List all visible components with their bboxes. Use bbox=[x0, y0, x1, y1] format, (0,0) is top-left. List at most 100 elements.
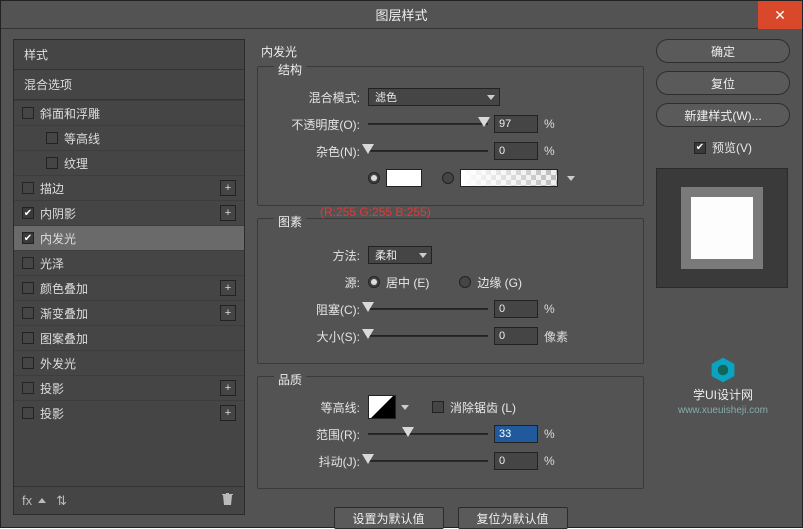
size-input[interactable]: 0 bbox=[494, 327, 538, 345]
noise-unit: % bbox=[544, 144, 570, 158]
sidebar-item-checkbox[interactable] bbox=[46, 132, 58, 144]
color-swatch[interactable] bbox=[386, 169, 422, 187]
quality-group: 品质 等高线: 消除锯齿 (L) 范围(R): 33 % bbox=[257, 376, 644, 489]
color-annotation: (R:255 G:255 B:255) bbox=[320, 205, 431, 219]
ok-button[interactable]: 确定 bbox=[656, 39, 790, 63]
sidebar-item-12[interactable]: 投影+ bbox=[14, 400, 244, 425]
source-center-radio[interactable] bbox=[368, 276, 380, 288]
close-icon: ✕ bbox=[774, 7, 786, 24]
contour-dropdown-icon[interactable] bbox=[398, 405, 412, 410]
size-slider[interactable] bbox=[368, 329, 488, 343]
size-row: 大小(S): 0 像素 bbox=[270, 324, 631, 348]
sidebar-item-checkbox[interactable] bbox=[22, 282, 34, 294]
structure-legend: 结构 bbox=[274, 61, 306, 71]
add-effect-icon[interactable]: + bbox=[220, 180, 236, 196]
range-input[interactable]: 33 bbox=[494, 425, 538, 443]
sidebar-item-checkbox[interactable] bbox=[22, 382, 34, 394]
quality-legend: 品质 bbox=[274, 371, 306, 381]
noise-slider[interactable] bbox=[368, 144, 488, 158]
preview-checkbox[interactable] bbox=[694, 142, 706, 154]
reorder-icon[interactable]: ⇅ bbox=[56, 493, 67, 509]
sidebar-item-checkbox[interactable] bbox=[22, 257, 34, 269]
sidebar-item-checkbox[interactable] bbox=[46, 157, 58, 169]
sidebar-item-9[interactable]: 图案叠加 bbox=[14, 325, 244, 350]
element-legend: 图素 bbox=[274, 213, 306, 223]
color-solid-radio[interactable] bbox=[368, 172, 380, 184]
preview-toggle[interactable]: 预览(V) bbox=[656, 139, 790, 156]
noise-input[interactable]: 0 bbox=[494, 142, 538, 160]
dialog-window: 图层样式 ✕ 样式 混合选项 斜面和浮雕等高线纹理描边+内阴影+内发光光泽颜色叠… bbox=[0, 0, 803, 528]
sidebar-item-10[interactable]: 外发光 bbox=[14, 350, 244, 375]
sidebar-item-checkbox[interactable] bbox=[22, 207, 34, 219]
add-effect-icon[interactable]: + bbox=[220, 380, 236, 396]
sidebar-item-1[interactable]: 等高线 bbox=[14, 125, 244, 150]
jitter-input[interactable]: 0 bbox=[494, 452, 538, 470]
trash-icon[interactable] bbox=[221, 492, 234, 509]
sidebar-item-checkbox[interactable] bbox=[22, 407, 34, 419]
gradient-swatch[interactable] bbox=[460, 169, 558, 187]
set-default-button[interactable]: 设置为默认值 bbox=[334, 507, 444, 529]
choke-slider[interactable] bbox=[368, 302, 488, 316]
antialias-checkbox[interactable] bbox=[432, 401, 444, 413]
sidebar-item-label: 内阴影 bbox=[40, 205, 76, 222]
add-effect-icon[interactable]: + bbox=[220, 280, 236, 296]
sidebar-item-2[interactable]: 纹理 bbox=[14, 150, 244, 175]
sidebar-item-6[interactable]: 光泽 bbox=[14, 250, 244, 275]
source-label: 源: bbox=[270, 274, 362, 291]
preview-outer bbox=[681, 187, 763, 269]
new-style-button[interactable]: 新建样式(W)... bbox=[656, 103, 790, 127]
settings-panel: 内发光 结构 混合模式: 滤色 不透明度(O): 97 % 杂色(N): 0 bbox=[257, 39, 644, 515]
contour-picker[interactable] bbox=[368, 395, 412, 419]
blend-mode-select[interactable]: 滤色 bbox=[368, 88, 500, 106]
sidebar-item-4[interactable]: 内阴影 + bbox=[14, 200, 244, 225]
sidebar-item-label: 颜色叠加 bbox=[40, 280, 88, 297]
color-gradient-radio[interactable] bbox=[442, 172, 454, 184]
sidebar-item-label: 斜面和浮雕 bbox=[40, 105, 100, 122]
sidebar-item-label: 内发光 bbox=[40, 230, 76, 247]
reset-default-button[interactable]: 复位为默认值 bbox=[458, 507, 568, 529]
sidebar-item-8[interactable]: 渐变叠加 + bbox=[14, 300, 244, 325]
color-source-row bbox=[270, 166, 631, 190]
add-effect-icon[interactable]: + bbox=[220, 205, 236, 221]
method-label: 方法: bbox=[270, 247, 362, 264]
panel-heading: 内发光 bbox=[257, 39, 644, 62]
gradient-dropdown-icon[interactable] bbox=[564, 176, 578, 181]
size-unit: 像素 bbox=[544, 328, 570, 345]
source-edge-radio[interactable] bbox=[459, 276, 471, 288]
sidebar-item-checkbox[interactable] bbox=[22, 182, 34, 194]
sidebar-item-label: 投影 bbox=[40, 380, 64, 397]
logo-url: www.xueuisheji.com bbox=[678, 405, 768, 416]
fx-icon[interactable]: fx bbox=[22, 493, 32, 508]
opacity-slider[interactable] bbox=[368, 117, 488, 131]
watermark: 学UI设计网 www.xueuisheji.com bbox=[656, 356, 790, 416]
sidebar-head-blendopts[interactable]: 混合选项 bbox=[14, 70, 244, 100]
sidebar-item-3[interactable]: 描边+ bbox=[14, 175, 244, 200]
method-select[interactable]: 柔和 bbox=[368, 246, 432, 264]
sidebar-head-styles[interactable]: 样式 bbox=[14, 40, 244, 70]
choke-input[interactable]: 0 bbox=[494, 300, 538, 318]
sidebar-item-5[interactable]: 内发光 bbox=[14, 225, 244, 250]
source-center-label: 居中 (E) bbox=[386, 274, 429, 291]
sidebar-item-label: 渐变叠加 bbox=[40, 305, 88, 322]
jitter-slider[interactable] bbox=[368, 454, 488, 468]
range-unit: % bbox=[544, 427, 570, 441]
sidebar-item-checkbox[interactable] bbox=[22, 232, 34, 244]
sidebar-item-checkbox[interactable] bbox=[22, 357, 34, 369]
sidebar-list: 斜面和浮雕等高线纹理描边+内阴影+内发光光泽颜色叠加+渐变叠加+图案叠加外发光投… bbox=[14, 100, 244, 486]
sidebar-item-checkbox[interactable] bbox=[22, 307, 34, 319]
range-slider[interactable] bbox=[368, 427, 488, 441]
sidebar-item-11[interactable]: 投影 + bbox=[14, 375, 244, 400]
source-edge-label: 边缘 (G) bbox=[477, 274, 522, 291]
close-button[interactable]: ✕ bbox=[758, 1, 802, 29]
add-effect-icon[interactable]: + bbox=[220, 405, 236, 421]
method-row: 方法: 柔和 bbox=[270, 243, 631, 267]
sidebar-item-checkbox[interactable] bbox=[22, 107, 34, 119]
sidebar-item-7[interactable]: 颜色叠加 + bbox=[14, 275, 244, 300]
sidebar-item-checkbox[interactable] bbox=[22, 332, 34, 344]
logo-icon bbox=[709, 356, 737, 384]
sidebar-item-0[interactable]: 斜面和浮雕 bbox=[14, 100, 244, 125]
fx-menu-caret-icon[interactable] bbox=[38, 498, 46, 503]
reset-button[interactable]: 复位 bbox=[656, 71, 790, 95]
add-effect-icon[interactable]: + bbox=[220, 305, 236, 321]
opacity-input[interactable]: 97 bbox=[494, 115, 538, 133]
